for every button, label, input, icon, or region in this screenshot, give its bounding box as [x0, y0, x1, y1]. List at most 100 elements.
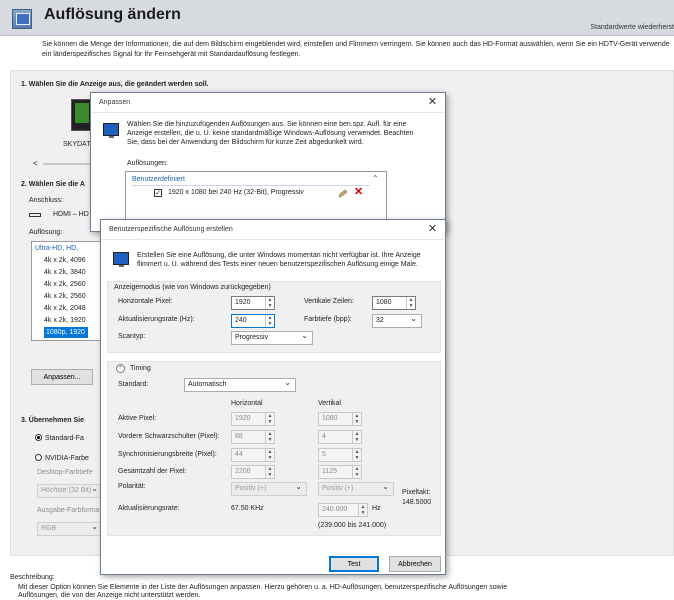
radio-nvidia[interactable]: NVIDIA-Farbe: [35, 453, 89, 462]
polarity-h-select[interactable]: Positiv (+): [231, 481, 307, 496]
list-item[interactable]: 4k x 2k, 4096: [44, 255, 86, 266]
scroll-left-button[interactable]: <: [33, 159, 38, 168]
stepper-icon[interactable]: ▲ ▼: [265, 315, 274, 327]
display-settings-icon: [12, 9, 32, 29]
stepper-icon[interactable]: ▲ ▼: [352, 449, 361, 461]
v-lines-input[interactable]: 1080 ▲ ▼: [372, 296, 416, 310]
resolution-checkbox[interactable]: ✓: [154, 189, 162, 197]
customize-dialog: Anpassen ✕ Wählen Sie die hinzuzufügende…: [90, 92, 446, 233]
connector-value: HDMI – HD: [53, 211, 89, 218]
section2-heading: 2. Wählen Sie die A: [21, 181, 85, 188]
stepper-icon[interactable]: ▲ ▼: [406, 297, 415, 309]
group-header-label[interactable]: Benutzerdefiniert: [132, 176, 185, 183]
timing-row-label: Aktive Pixel:: [118, 415, 157, 422]
stepper-icon[interactable]: ▲ ▼: [265, 297, 274, 309]
customize-info-text: Wählen Sie die hinzuzufügenden Auflösung…: [127, 121, 414, 146]
scan-label: Scantyp:: [118, 333, 146, 340]
close-icon[interactable]: ✕: [426, 96, 439, 109]
refresh-rate-v-input[interactable]: 240.000 ▲ ▼: [318, 503, 368, 517]
desktop-color-select[interactable]: Höchste (32 Bit): [37, 483, 103, 498]
polarity-label: Polarität:: [118, 483, 146, 490]
refresh-rate-label: Aktualisierungsrate:: [118, 505, 180, 512]
refresh-label: Aktualisierungsrate (Hz):: [118, 316, 195, 323]
customize-dialog-title: Anpassen: [99, 99, 131, 106]
cancel-button[interactable]: Abbrechen: [389, 556, 441, 572]
display-mode-legend: Anzeigemodus (wie von Windows zurückgege…: [114, 284, 271, 291]
radio-standard-label: Standard-Fa: [45, 435, 84, 442]
resolution-label: Auflösung:: [29, 229, 63, 236]
list-item[interactable]: 4k x 2k, 2560: [44, 279, 86, 290]
output-color-label: Ausgabe-Farbforma: [37, 507, 100, 514]
display-mode-group: Anzeigemodus (wie von Windows zurückgege…: [107, 281, 441, 353]
front-porch-h-input[interactable]: 88 ▲ ▼: [231, 430, 275, 444]
delete-icon[interactable]: ✕: [354, 187, 364, 198]
list-item-selected[interactable]: 1080p, 1920: [44, 327, 88, 338]
pixel-clock-value: 148.5000: [402, 499, 432, 506]
stepper-icon[interactable]: ▲ ▼: [265, 431, 274, 443]
connector-label: Anschluss:: [29, 197, 63, 204]
stepper-icon[interactable]: ▲ ▼: [352, 413, 361, 425]
active-v-value: 1080: [322, 415, 338, 422]
active-v-input[interactable]: 1080 ▲ ▼: [318, 412, 362, 426]
collapse-icon[interactable]: ⌃: [116, 364, 125, 373]
resolution-list[interactable]: Ultra-HD, HD, 4k x 2k, 4096 4k x 2k, 384…: [31, 241, 101, 341]
total-pixels-v-value: 1125: [322, 468, 338, 475]
close-icon[interactable]: ✕: [426, 223, 439, 236]
radio-standard-button[interactable]: [35, 434, 42, 441]
refresh-input[interactable]: 240 ▲ ▼: [231, 314, 275, 328]
refresh-rate-h: 67.50 KHz: [231, 505, 264, 512]
sync-width-v-value: 5: [322, 451, 326, 458]
front-porch-v-input[interactable]: 4 ▲ ▼: [318, 430, 362, 444]
sync-width-h-input[interactable]: 44 ▲ ▼: [231, 448, 275, 462]
edit-pencil-icon[interactable]: [338, 189, 348, 198]
pixel-clock-label: Pixeltakt:: [402, 489, 431, 496]
total-pixels-h-input[interactable]: 2200 ▲ ▼: [231, 465, 275, 479]
stepper-icon[interactable]: ▲ ▼: [352, 431, 361, 443]
chevron-up-icon[interactable]: ⌃: [372, 174, 379, 183]
section1-heading: 1. Wählen Sie die Anzeige aus, die geänd…: [21, 81, 209, 88]
total-pixels-v-input[interactable]: 1125 ▲ ▼: [318, 465, 362, 479]
stepper-icon[interactable]: ▲ ▼: [265, 413, 274, 425]
list-item[interactable]: 4k x 2k, 1920: [44, 315, 86, 326]
page-title: Auflösung ändern: [44, 6, 181, 23]
timing-row-label: Vordere Schwarzschulter (Pixel):: [118, 433, 220, 440]
refresh-rate-unit: Hz: [372, 505, 381, 512]
monitor-icon: [113, 252, 129, 267]
output-color-select[interactable]: RGB: [37, 521, 103, 536]
radio-nvidia-button[interactable]: [35, 454, 42, 461]
polarity-v-select[interactable]: Positiv (+): [318, 481, 394, 496]
resolutions-label: Auflösungen:: [127, 160, 168, 167]
list-item[interactable]: 4k x 2k, 2560: [44, 291, 86, 302]
test-button[interactable]: Test: [329, 556, 379, 572]
active-h-input[interactable]: 1920 ▲ ▼: [231, 412, 275, 426]
h-pixels-value: 1920: [235, 299, 251, 306]
list-group[interactable]: Ultra-HD, HD,: [35, 243, 78, 254]
list-item[interactable]: 4k x 2k, 2048: [44, 303, 86, 314]
sync-width-v-input[interactable]: 5 ▲ ▼: [318, 448, 362, 462]
v-lines-label: Vertikale Zeilen:: [304, 298, 354, 305]
customize-button[interactable]: Anpassen...: [31, 369, 93, 385]
stepper-icon[interactable]: ▲ ▼: [265, 449, 274, 461]
display-scrollbar[interactable]: [43, 163, 91, 165]
description-text: Mit dieser Option können Sie Elemente in…: [18, 584, 508, 599]
restore-defaults-link[interactable]: Standardwerte wiederherst: [590, 24, 674, 31]
h-pixels-label: Horizontale Pixel:: [118, 298, 173, 305]
monitor-icon: [103, 123, 119, 138]
create-dialog-title: Benutzerspezifische Auflösung erstellen: [109, 226, 233, 233]
radio-standard[interactable]: Standard-Fa: [35, 433, 84, 442]
stepper-icon[interactable]: ▲ ▼: [265, 466, 274, 478]
list-item[interactable]: 4k x 2k, 3840: [44, 267, 86, 278]
h-pixels-input[interactable]: 1920 ▲ ▼: [231, 296, 275, 310]
stepper-icon[interactable]: ▲ ▼: [358, 504, 367, 516]
col-vertical: Vertikal: [318, 400, 341, 407]
display-label: SKYDAT: [63, 141, 91, 148]
standard-select[interactable]: Automatisch: [184, 377, 296, 392]
scan-select[interactable]: Progressiv: [231, 330, 313, 345]
stepper-icon[interactable]: ▲ ▼: [352, 466, 361, 478]
active-h-value: 1920: [235, 415, 251, 422]
custom-resolution-item[interactable]: 1920 x 1080 bei 240 Hz (32-Bit), Progres…: [168, 189, 304, 196]
v-lines-value: 1080: [376, 299, 392, 306]
color-depth-select[interactable]: 32: [372, 313, 422, 328]
front-porch-v-value: 4: [322, 433, 326, 440]
front-porch-h-value: 88: [235, 433, 243, 440]
